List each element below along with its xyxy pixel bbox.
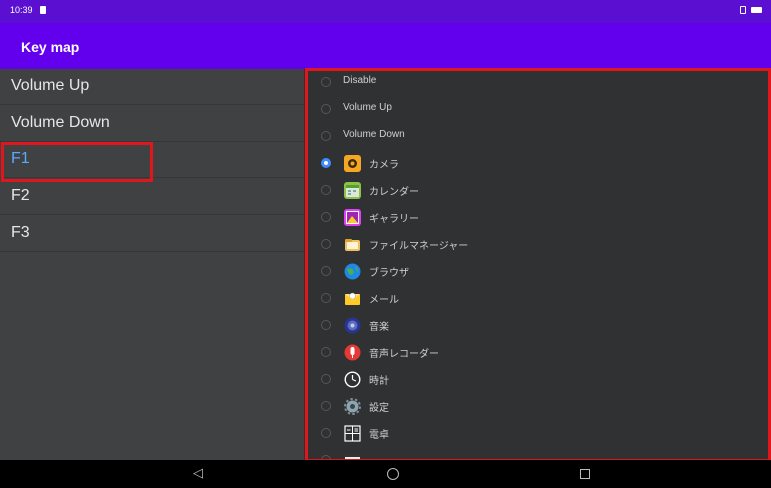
- calendar-icon: [344, 182, 361, 199]
- radio-button[interactable]: [321, 266, 331, 276]
- music-icon: [344, 317, 361, 334]
- option-label: メール: [369, 295, 399, 306]
- option-voice-recorder[interactable]: 音声レコーダー: [304, 339, 771, 366]
- radio-button[interactable]: [321, 374, 331, 384]
- radio-button[interactable]: [321, 320, 331, 330]
- calculator-icon: [344, 425, 361, 442]
- file-manager-icon: [344, 236, 361, 253]
- option-clock[interactable]: 時計: [304, 366, 771, 393]
- browser-icon: [344, 263, 361, 280]
- key-list: Volume Up Volume Down F1 F2 F3: [0, 69, 304, 460]
- radio-button[interactable]: [321, 185, 331, 195]
- option-label: カメラ: [369, 160, 399, 171]
- radio-button[interactable]: [321, 77, 331, 87]
- key-item-f1[interactable]: F1: [0, 142, 304, 178]
- app-bar: Key map: [0, 23, 771, 69]
- option-disable[interactable]: Disable: [304, 69, 771, 96]
- key-item-f3[interactable]: F3: [0, 216, 304, 252]
- key-item-volume-down[interactable]: Volume Down: [0, 106, 304, 142]
- option-camera[interactable]: カメラ: [304, 150, 771, 177]
- key-item-volume-up[interactable]: Volume Up: [0, 69, 304, 105]
- radio-button[interactable]: [321, 347, 331, 357]
- key-item-label: Volume Up: [11, 77, 90, 94]
- radio-button[interactable]: [321, 401, 331, 411]
- radio-button[interactable]: [321, 131, 331, 141]
- option-label: ブラウザ: [369, 268, 409, 279]
- notification-icon: [40, 6, 46, 14]
- status-time: 10:39: [10, 5, 33, 15]
- key-item-label: F3: [11, 224, 30, 241]
- option-gallery[interactable]: ギャラリー: [304, 204, 771, 231]
- option-label: 時計: [369, 376, 389, 387]
- back-icon[interactable]: ◁: [188, 465, 208, 483]
- option-calendar[interactable]: カレンダー: [304, 177, 771, 204]
- camera-icon: [344, 155, 361, 172]
- mail-icon: [344, 290, 361, 307]
- option-calculator[interactable]: 電卓: [304, 420, 771, 447]
- radio-button[interactable]: [321, 212, 331, 222]
- key-item-label: F1: [11, 150, 30, 167]
- navigation-bar: ◁: [0, 460, 771, 488]
- voice-recorder-icon: [344, 344, 361, 361]
- video-player-icon: [344, 452, 361, 460]
- option-label: ギャラリー: [369, 214, 419, 225]
- option-label: カレンダー: [369, 187, 419, 198]
- option-file-manager[interactable]: ファイルマネージャー: [304, 231, 771, 258]
- option-video-player[interactable]: [304, 447, 771, 460]
- clock-icon: [344, 371, 361, 388]
- key-item-label: Volume Down: [11, 114, 110, 131]
- page-title: Key map: [21, 39, 80, 55]
- status-bar: 10:39: [0, 0, 771, 23]
- option-browser[interactable]: ブラウザ: [304, 258, 771, 285]
- action-list: Disable Volume Up Volume Down カメラ カレンダー …: [304, 69, 771, 460]
- radio-button-checked[interactable]: [321, 158, 331, 168]
- key-item-f2[interactable]: F2: [0, 179, 304, 215]
- key-item-label: F2: [11, 187, 30, 204]
- option-label: Disable: [343, 75, 377, 86]
- option-label: 設定: [369, 403, 389, 414]
- option-label: 電卓: [369, 430, 389, 441]
- sd-card-icon: [740, 6, 746, 14]
- battery-icon: [751, 7, 762, 13]
- option-label: ファイルマネージャー: [369, 241, 469, 252]
- gallery-icon: [344, 209, 361, 226]
- option-settings[interactable]: 設定: [304, 393, 771, 420]
- option-music[interactable]: 音楽: [304, 312, 771, 339]
- recents-icon[interactable]: [580, 469, 590, 479]
- radio-button[interactable]: [321, 428, 331, 438]
- option-volume-down[interactable]: Volume Down: [304, 123, 771, 150]
- radio-button[interactable]: [321, 104, 331, 114]
- option-label: 音楽: [369, 322, 389, 333]
- option-label: Volume Up: [343, 102, 392, 113]
- option-volume-up[interactable]: Volume Up: [304, 96, 771, 123]
- option-label: 音声レコーダー: [369, 349, 439, 360]
- home-icon[interactable]: [387, 468, 399, 480]
- settings-icon: [344, 398, 361, 415]
- radio-button[interactable]: [321, 293, 331, 303]
- option-mail[interactable]: メール: [304, 285, 771, 312]
- option-label: Volume Down: [343, 129, 405, 140]
- radio-button[interactable]: [321, 239, 331, 249]
